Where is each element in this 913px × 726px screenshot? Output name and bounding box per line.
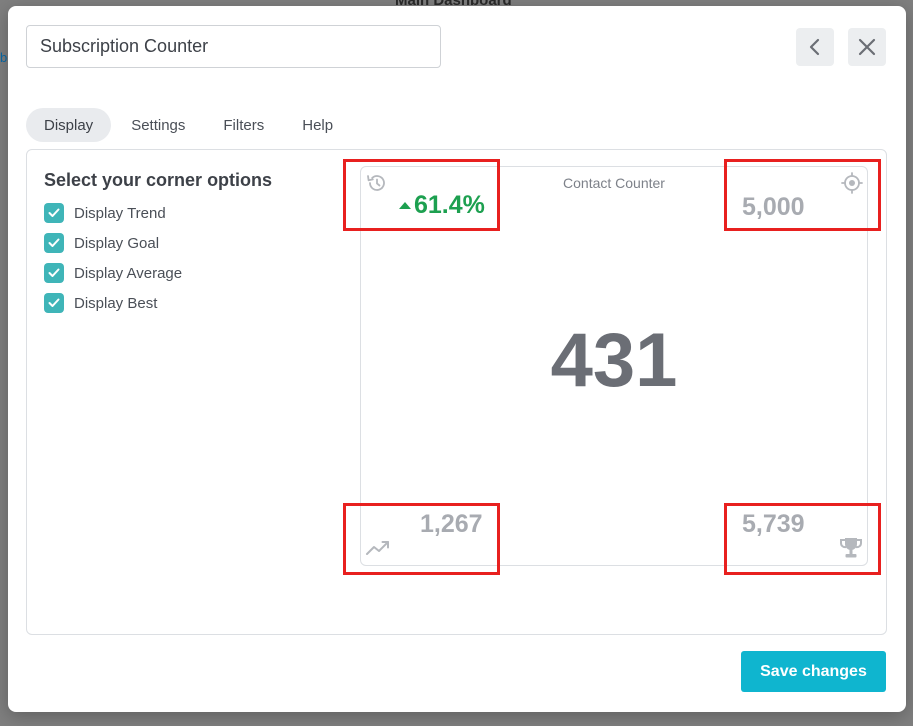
option-label: Display Goal xyxy=(74,234,160,252)
background-edge-text: b xyxy=(0,50,8,65)
option-label: Display Average xyxy=(74,264,183,282)
checkmark-icon xyxy=(48,208,60,217)
save-changes-button[interactable]: Save changes xyxy=(741,651,886,692)
tab-filters[interactable]: Filters xyxy=(205,108,282,142)
highlight-trend-corner xyxy=(343,159,500,231)
highlight-goal-corner xyxy=(724,159,881,231)
checkmark-icon xyxy=(48,298,60,307)
option-display-trend[interactable]: Display Trend xyxy=(44,203,166,223)
display-panel: Select your corner options Display Trend… xyxy=(26,149,887,635)
tab-help[interactable]: Help xyxy=(284,108,351,142)
highlight-best-corner xyxy=(724,503,881,575)
option-label: Display Best xyxy=(74,294,158,312)
modal-dialog: Display Settings Filters Help Select you… xyxy=(8,6,906,712)
average-checkbox[interactable] xyxy=(44,263,64,283)
title-input[interactable] xyxy=(26,25,441,68)
checkmark-icon xyxy=(48,268,60,277)
highlight-average-corner xyxy=(343,503,500,575)
option-display-average[interactable]: Display Average xyxy=(44,263,182,283)
corner-options-heading: Select your corner options xyxy=(44,170,273,190)
trend-checkbox[interactable] xyxy=(44,203,64,223)
best-checkbox[interactable] xyxy=(44,293,64,313)
chevron-left-icon xyxy=(809,38,820,56)
close-button[interactable] xyxy=(848,28,886,66)
option-label: Display Trend xyxy=(74,204,166,222)
tab-display[interactable]: Display xyxy=(26,108,112,142)
option-display-best[interactable]: Display Best xyxy=(44,293,157,313)
close-icon xyxy=(858,38,876,56)
tab-bar: Display Settings Filters Help xyxy=(26,108,353,142)
back-button[interactable] xyxy=(796,28,834,66)
tab-settings[interactable]: Settings xyxy=(113,108,203,142)
option-display-goal[interactable]: Display Goal xyxy=(44,233,159,253)
goal-checkbox[interactable] xyxy=(44,233,64,253)
main-counter-value: 431 xyxy=(550,318,678,403)
checkmark-icon xyxy=(48,238,60,247)
